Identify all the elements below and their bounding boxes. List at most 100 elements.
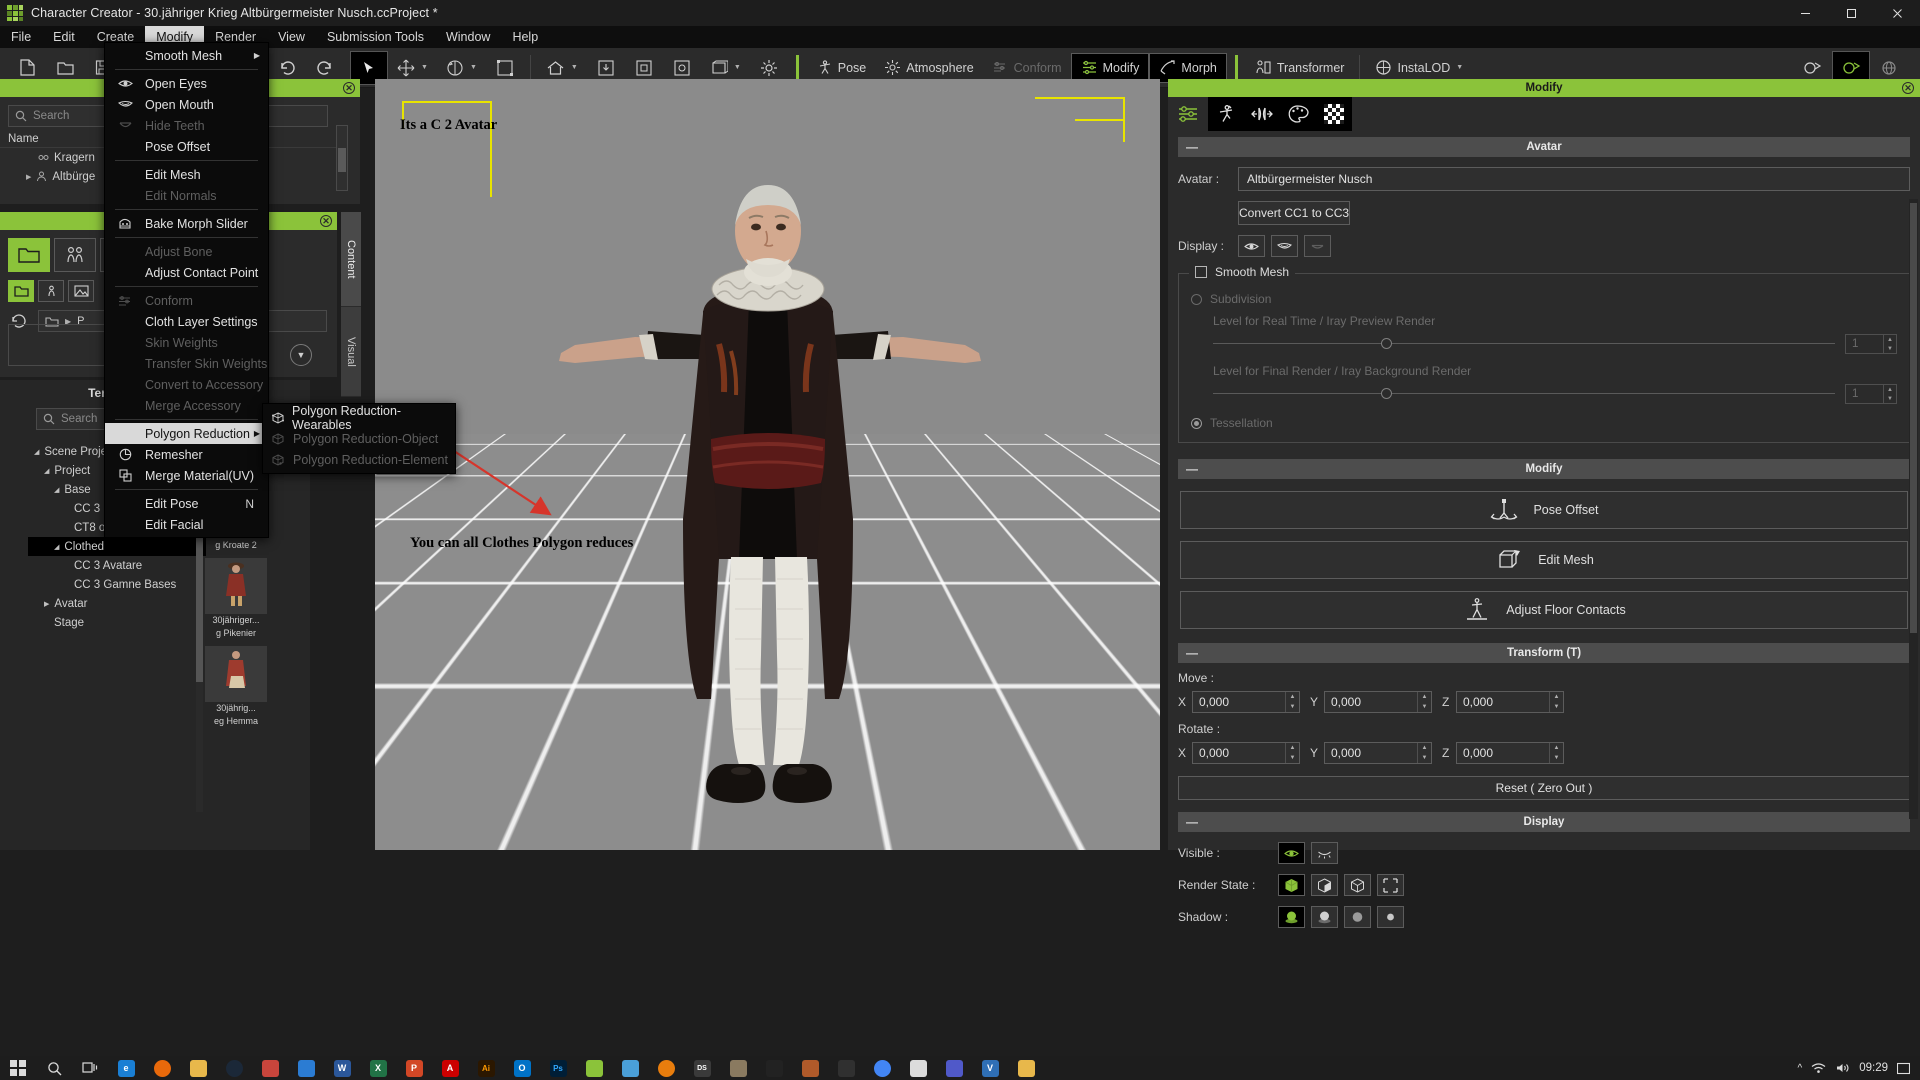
chevron-down-icon[interactable]: ▼ (421, 64, 428, 71)
notifications-icon[interactable] (1897, 1062, 1910, 1075)
scene-scrollbar[interactable] (336, 125, 348, 191)
section-transform-header[interactable]: — Transform (T) (1178, 643, 1910, 663)
mode-transformer[interactable]: Transformer (1246, 53, 1354, 83)
collapse-icon[interactable]: — (1186, 140, 1198, 154)
menu-edit-mesh[interactable]: Edit Mesh (105, 164, 268, 185)
shadow-none-icon[interactable] (1377, 906, 1404, 928)
solid-cube-icon[interactable] (1278, 874, 1305, 896)
paint-icon[interactable] (252, 1056, 288, 1080)
subdivision-radio[interactable] (1191, 293, 1202, 305)
avatar-name-field[interactable]: Altbürgermeister Nusch (1238, 167, 1910, 191)
spinner-up-icon[interactable]: ▲ (1550, 692, 1563, 702)
store-icon[interactable] (288, 1056, 324, 1080)
spinner-down-icon[interactable]: ▼ (1550, 702, 1563, 712)
mode-modify[interactable]: Modify (1070, 52, 1150, 83)
task-view-icon[interactable] (72, 1056, 108, 1080)
bound-box-icon[interactable]: ▼ (701, 53, 750, 83)
spinner-up-icon[interactable]: ▲ (1286, 692, 1299, 702)
collapse-icon[interactable]: — (1186, 462, 1198, 476)
level-realtime-spinner[interactable]: 1 ▲ ▼ (1845, 334, 1897, 354)
iclone-icon[interactable] (612, 1056, 648, 1080)
spinner-down-icon[interactable]: ▼ (1418, 753, 1431, 763)
folder-icon[interactable] (1008, 1056, 1044, 1080)
thumbnail-item[interactable]: 30jähriger... g Pikenier (205, 558, 267, 640)
modify-panel-scrollbar[interactable] (1909, 199, 1918, 819)
spinner-up-icon[interactable]: ▲ (1884, 385, 1896, 394)
tree-item-clothed[interactable]: ◢ Clothed (28, 537, 206, 556)
convert-cc1-to-cc3-button[interactable]: Convert CC1 to CC3 (1238, 201, 1351, 225)
expander-icon[interactable]: ◢ (54, 543, 59, 551)
smooth-mesh-checkbox[interactable] (1195, 266, 1207, 278)
spinner-up-icon[interactable]: ▲ (1418, 692, 1431, 702)
blender-icon[interactable] (648, 1056, 684, 1080)
sidetab-content[interactable]: Content (341, 212, 361, 307)
spinner-down-icon[interactable]: ▼ (1884, 394, 1896, 403)
menu-cloth-layer-settings[interactable]: Cloth Layer Settings (105, 311, 268, 332)
mode-morph[interactable]: Morph (1149, 52, 1227, 83)
spinner-up-icon[interactable]: ▲ (1884, 335, 1896, 344)
mode-instalod[interactable]: InstaLOD ▼ (1366, 53, 1472, 83)
shadow-full-icon[interactable] (1278, 906, 1305, 928)
eye-hidden-icon[interactable] (1311, 842, 1338, 864)
spinner-down-icon[interactable]: ▼ (1286, 753, 1299, 763)
level-final-slider[interactable] (1213, 388, 1835, 400)
tab-texture[interactable] (1316, 97, 1352, 131)
tab-material[interactable] (1280, 97, 1316, 131)
menu-window[interactable]: Window (435, 26, 501, 48)
menu-polygon-reduction[interactable]: Polygon Reduction ▶ (105, 423, 268, 444)
menu-bake-morph-slider[interactable]: Bake Morph Slider (105, 213, 268, 234)
daz-icon[interactable]: DS (684, 1056, 720, 1080)
spinner-down-icon[interactable]: ▼ (1550, 753, 1563, 763)
close-icon[interactable]: ✕ (1902, 82, 1914, 94)
sidetab-visual[interactable]: Visual (341, 307, 361, 397)
menu-edit-facial[interactable]: Edit Facial (105, 514, 268, 535)
move-tool-icon[interactable]: ▼ (388, 53, 437, 83)
character-creator-icon[interactable] (576, 1056, 612, 1080)
network-icon[interactable] (1811, 1062, 1826, 1074)
clock[interactable]: 09:29 (1859, 1062, 1888, 1074)
rotate-tool-icon[interactable]: ▼ (437, 53, 486, 83)
volume-icon[interactable] (1835, 1062, 1850, 1074)
move-z-input[interactable]: 0,000 ▲ ▼ (1456, 691, 1564, 713)
menu-remesher[interactable]: Remesher (105, 444, 268, 465)
menu-view[interactable]: View (267, 26, 316, 48)
menu-submission-tools[interactable]: Submission Tools (316, 26, 435, 48)
mode-pose[interactable]: Pose (807, 53, 876, 83)
menu-open-mouth[interactable]: Open Mouth (105, 94, 268, 115)
spinner-down-icon[interactable]: ▼ (1418, 702, 1431, 712)
menu-adjust-contact-point[interactable]: Adjust Contact Point (105, 262, 268, 283)
mouth-open-icon[interactable] (1271, 235, 1298, 257)
eye-visible-icon[interactable] (1278, 842, 1305, 864)
steam-icon[interactable] (216, 1056, 252, 1080)
tab-modify-sliders[interactable] (1170, 97, 1206, 131)
tab-character[interactable] (54, 238, 96, 272)
home-view-icon[interactable]: ▼ (537, 53, 587, 83)
edit-mesh-button[interactable]: Edit Mesh (1180, 541, 1908, 579)
menu-open-eyes[interactable]: Open Eyes (105, 73, 268, 94)
maximize-button[interactable] (1828, 0, 1874, 26)
illustrator-icon[interactable]: Ai (468, 1056, 504, 1080)
shadow-light-icon[interactable] (1344, 906, 1371, 928)
explorer-icon[interactable] (180, 1056, 216, 1080)
outlook-icon[interactable]: O (504, 1056, 540, 1080)
level-final-spinner[interactable]: 1 ▲ ▼ (1845, 384, 1897, 404)
viewport-3d[interactable]: Its a C 2 Avatar You can all Clothes Pol… (375, 79, 1160, 850)
menu-smooth-mesh[interactable]: Smooth Mesh ▶ (105, 45, 268, 66)
section-avatar-header[interactable]: — Avatar (1178, 137, 1910, 157)
menu-merge-material-uv[interactable]: Merge Material(UV) (105, 465, 268, 486)
notepad-icon[interactable] (900, 1056, 936, 1080)
firefox-icon[interactable] (144, 1056, 180, 1080)
collapse-icon[interactable]: — (1186, 815, 1198, 829)
tray-chevron-icon[interactable]: ^ (1798, 1063, 1803, 1074)
powerpoint-icon[interactable]: P (396, 1056, 432, 1080)
menu-pose-offset[interactable]: Pose Offset (105, 136, 268, 157)
tree-item-stage[interactable]: Stage (28, 613, 206, 632)
tab-project-folder[interactable] (8, 280, 34, 302)
tab-pose[interactable] (1208, 97, 1244, 131)
rotate-z-input[interactable]: 0,000 ▲ ▼ (1456, 742, 1564, 764)
chevron-down-icon[interactable]: ▼ (571, 64, 578, 71)
tab-material[interactable] (68, 280, 94, 302)
acrobat-icon[interactable]: A (432, 1056, 468, 1080)
unity-icon[interactable] (756, 1056, 792, 1080)
expander-icon[interactable]: ▶ (44, 600, 49, 608)
